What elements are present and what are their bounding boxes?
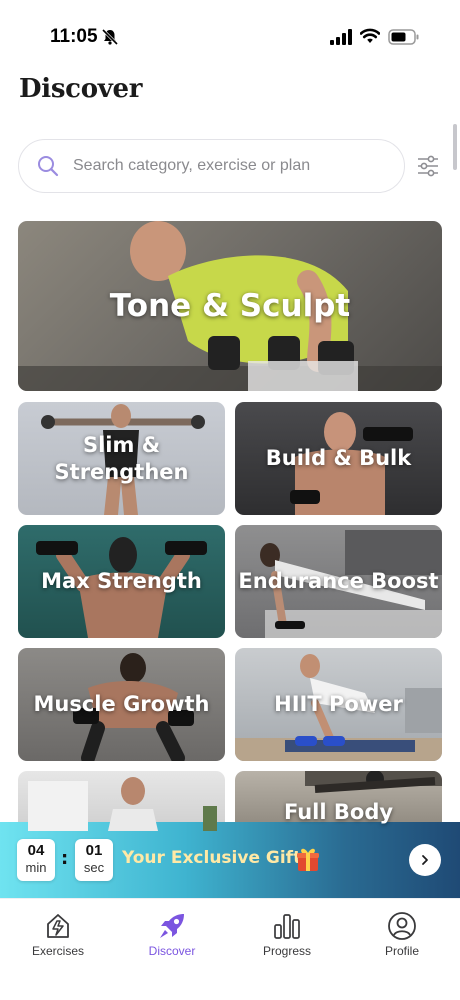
- chevron-right-icon: [422, 855, 428, 865]
- signal-icon: [330, 29, 352, 45]
- timer-seconds-value: 01: [85, 842, 103, 859]
- category-label: HIIT Power: [274, 692, 403, 717]
- gift-open-button[interactable]: [409, 844, 441, 876]
- gift-banner[interactable]: 04 min : 01 sec Your Exclusive Gift: [0, 822, 460, 898]
- gift-text: Your Exclusive Gift: [122, 848, 302, 868]
- nav-item-progress[interactable]: Progress: [242, 911, 332, 958]
- category-card-build-bulk[interactable]: Build & Bulk: [235, 402, 442, 515]
- category-label: Full Body: [283, 800, 394, 824]
- nav-label: Profile: [384, 944, 419, 958]
- search-input[interactable]: [73, 140, 393, 191]
- scrollbar[interactable]: [453, 124, 457, 170]
- sliders-icon: [418, 155, 438, 177]
- filter-button[interactable]: [414, 152, 442, 180]
- category-label: Muscle Growth: [33, 692, 210, 717]
- status-time: 11:05: [50, 26, 98, 47]
- timer-colon: :: [61, 848, 69, 869]
- search-bar[interactable]: [18, 139, 405, 193]
- timer-minutes: 04 min: [17, 839, 55, 881]
- category-card-slim-strengthen[interactable]: Slim & Strengthen: [18, 402, 225, 515]
- nav-label: Exercises: [31, 944, 84, 958]
- category-label: Slim & Strengthen: [54, 433, 189, 484]
- rocket-icon: [160, 914, 184, 938]
- bottom-nav: Exercises Discover Progress Profile: [0, 898, 460, 1000]
- category-card-endurance-boost[interactable]: Endurance Boost: [235, 525, 442, 638]
- timer-seconds-unit: sec: [83, 860, 105, 875]
- status-bar: 11:05: [0, 0, 460, 62]
- category-label: Tone & Sculpt: [109, 287, 351, 324]
- person-icon: [388, 912, 416, 940]
- category-card-max-strength[interactable]: Max Strength: [18, 525, 225, 638]
- nav-label: Progress: [262, 944, 312, 958]
- athlete-image: [28, 777, 217, 831]
- category-label: Endurance Boost: [238, 569, 439, 594]
- nav-item-profile[interactable]: Profile: [357, 911, 447, 958]
- search-icon: [38, 156, 59, 177]
- bell-off-icon: [101, 28, 119, 46]
- category-card-full-body[interactable]: Full Body: [235, 771, 442, 831]
- category-card-muscle-growth[interactable]: Muscle Growth: [18, 648, 225, 761]
- nav-item-discover[interactable]: Discover: [127, 911, 217, 958]
- nav-label: Discover: [148, 944, 196, 958]
- timer-seconds: 01 sec: [75, 839, 113, 881]
- category-label: Max Strength: [41, 569, 202, 594]
- category-card-partial[interactable]: [18, 771, 225, 831]
- wifi-icon: [360, 28, 380, 43]
- category-card-tone-sculpt[interactable]: Tone & Sculpt: [18, 221, 442, 391]
- timer-minutes-value: 04: [27, 842, 45, 859]
- gift-icon: [297, 848, 319, 871]
- timer-minutes-unit: min: [25, 860, 47, 875]
- battery-icon: [388, 29, 419, 45]
- category-label: Build & Bulk: [265, 446, 412, 471]
- nav-item-exercises[interactable]: Exercises: [13, 911, 103, 958]
- category-card-hiit-power[interactable]: HIIT Power: [235, 648, 442, 761]
- bar-chart-icon: [274, 914, 300, 939]
- dumbbell-house-icon: [47, 914, 69, 938]
- page-title: Discover: [19, 74, 143, 104]
